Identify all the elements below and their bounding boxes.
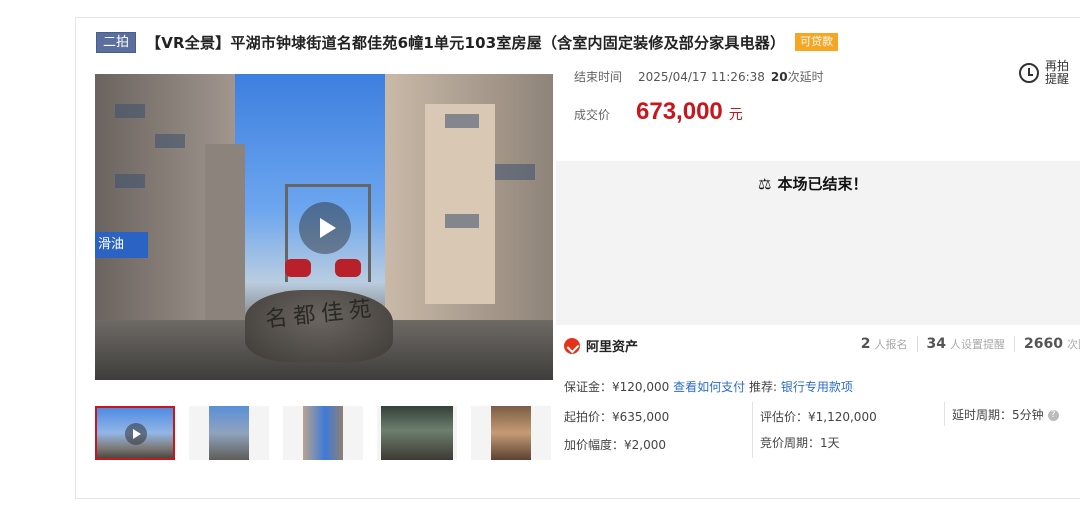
delay-count: 20: [770, 70, 788, 84]
deal-price-label: 成交价: [574, 108, 611, 122]
thumbnail-image: [381, 406, 453, 460]
deposit: 保证金：¥120,000: [564, 380, 670, 394]
ended-notice: ⚖ 本场已结束！: [758, 173, 867, 194]
increment: 加价幅度：¥2,000: [564, 438, 666, 452]
divider: [944, 402, 945, 426]
window: [155, 134, 185, 148]
end-time-value: 2025/04/17 11:26:38: [638, 70, 765, 84]
red-lantern: [285, 259, 311, 277]
views-label: 次围观: [1067, 338, 1080, 351]
end-time-label: 结束时间: [574, 70, 623, 84]
building-left-far: [205, 144, 245, 324]
deal-price: 673,000: [636, 98, 723, 125]
deposit-pay-link[interactable]: 查看如何支付: [673, 380, 745, 394]
bank-account-link[interactable]: 银行专用款项: [781, 380, 853, 394]
video-play-button[interactable]: [299, 202, 351, 254]
registered-count: 2: [860, 336, 871, 352]
thumbnail-strip: [95, 406, 551, 460]
platform-name: 阿里资产: [586, 340, 639, 355]
end-time-row: 结束时间 2025/04/17 11:26:38 20次延时: [574, 68, 824, 85]
bid-period: 竞价周期：1天: [760, 436, 840, 450]
loan-badge[interactable]: 可贷款: [795, 33, 839, 51]
delay-period: 延时周期：5分钟: [952, 408, 1044, 422]
delay-suffix: 次延时: [787, 70, 824, 84]
divider: [752, 402, 753, 458]
views-count: 2660: [1024, 336, 1063, 352]
thumbnail-image: [491, 406, 531, 460]
play-icon: [319, 218, 336, 238]
window: [445, 114, 479, 128]
reminder-label: 人设置提醒: [950, 338, 1006, 351]
remind-button[interactable]: 再拍提醒: [1019, 60, 1073, 86]
play-icon: [125, 423, 147, 445]
auction-title[interactable]: 【VR全景】平湖市钟埭街道名都佳苑6幢1单元103室房屋（含室内固定装修及部分家…: [146, 32, 785, 53]
thumbnail-2[interactable]: [189, 406, 269, 460]
remind-label: 再拍提醒: [1045, 59, 1070, 86]
window: [445, 214, 479, 228]
gavel-icon: ⚖: [758, 174, 772, 193]
delay-period-row: 延时周期：5分钟?: [952, 406, 1059, 423]
stats-row: 阿里资产 2 人报名 34 人设置提醒 2660 次围观: [564, 336, 1080, 360]
thumbnail-3[interactable]: [283, 406, 363, 460]
thumbnail-5[interactable]: [471, 406, 551, 460]
ended-panel: ⚖ 本场已结束！: [556, 161, 1080, 325]
window: [115, 104, 145, 118]
reminder-count: 34: [926, 336, 947, 352]
platform-logo[interactable]: 阿里资产: [564, 336, 638, 355]
shop-sign: 滑油: [95, 232, 148, 258]
window: [115, 174, 145, 188]
building-right-near: [425, 104, 495, 304]
thumbnail-image: [303, 406, 343, 460]
ali-asset-logo-icon: [564, 337, 580, 354]
help-icon[interactable]: ?: [1047, 410, 1059, 421]
divider: [916, 336, 918, 352]
thumbnail-image: [209, 406, 249, 460]
registered-label: 人报名: [874, 338, 908, 351]
deal-price-row: 成交价 673,000 元: [574, 98, 743, 126]
start-price: 起拍价：¥635,000: [564, 410, 670, 424]
red-lantern: [335, 259, 361, 277]
window: [495, 164, 535, 180]
thumbnail-4[interactable]: [377, 406, 457, 460]
round-badge: 二拍: [96, 31, 137, 53]
main-image[interactable]: 滑油 名都佳苑: [95, 74, 553, 380]
divider: [1014, 336, 1016, 352]
stats: 2 人报名 34 人设置提醒 2660 次围观: [861, 336, 1080, 352]
thumbnail-1[interactable]: [95, 406, 175, 460]
title-row: 二拍 【VR全景】平湖市钟埭街道名都佳苑6幢1单元103室房屋（含室内固定装修及…: [96, 31, 839, 53]
appraisal-price: 评估价：¥1,120,000: [760, 410, 877, 424]
ended-notice-text: 本场已结束！: [777, 175, 868, 193]
recommend-label: 推荐:: [748, 380, 777, 394]
clock-icon: [1019, 63, 1039, 83]
deposit-row: 保证金：¥120,000 查看如何支付 推荐: 银行专用款项: [564, 378, 853, 395]
deal-price-unit: 元: [728, 107, 743, 123]
auction-card: 二拍 【VR全景】平湖市钟埭街道名都佳苑6幢1单元103室房屋（含室内固定装修及…: [75, 17, 1080, 499]
